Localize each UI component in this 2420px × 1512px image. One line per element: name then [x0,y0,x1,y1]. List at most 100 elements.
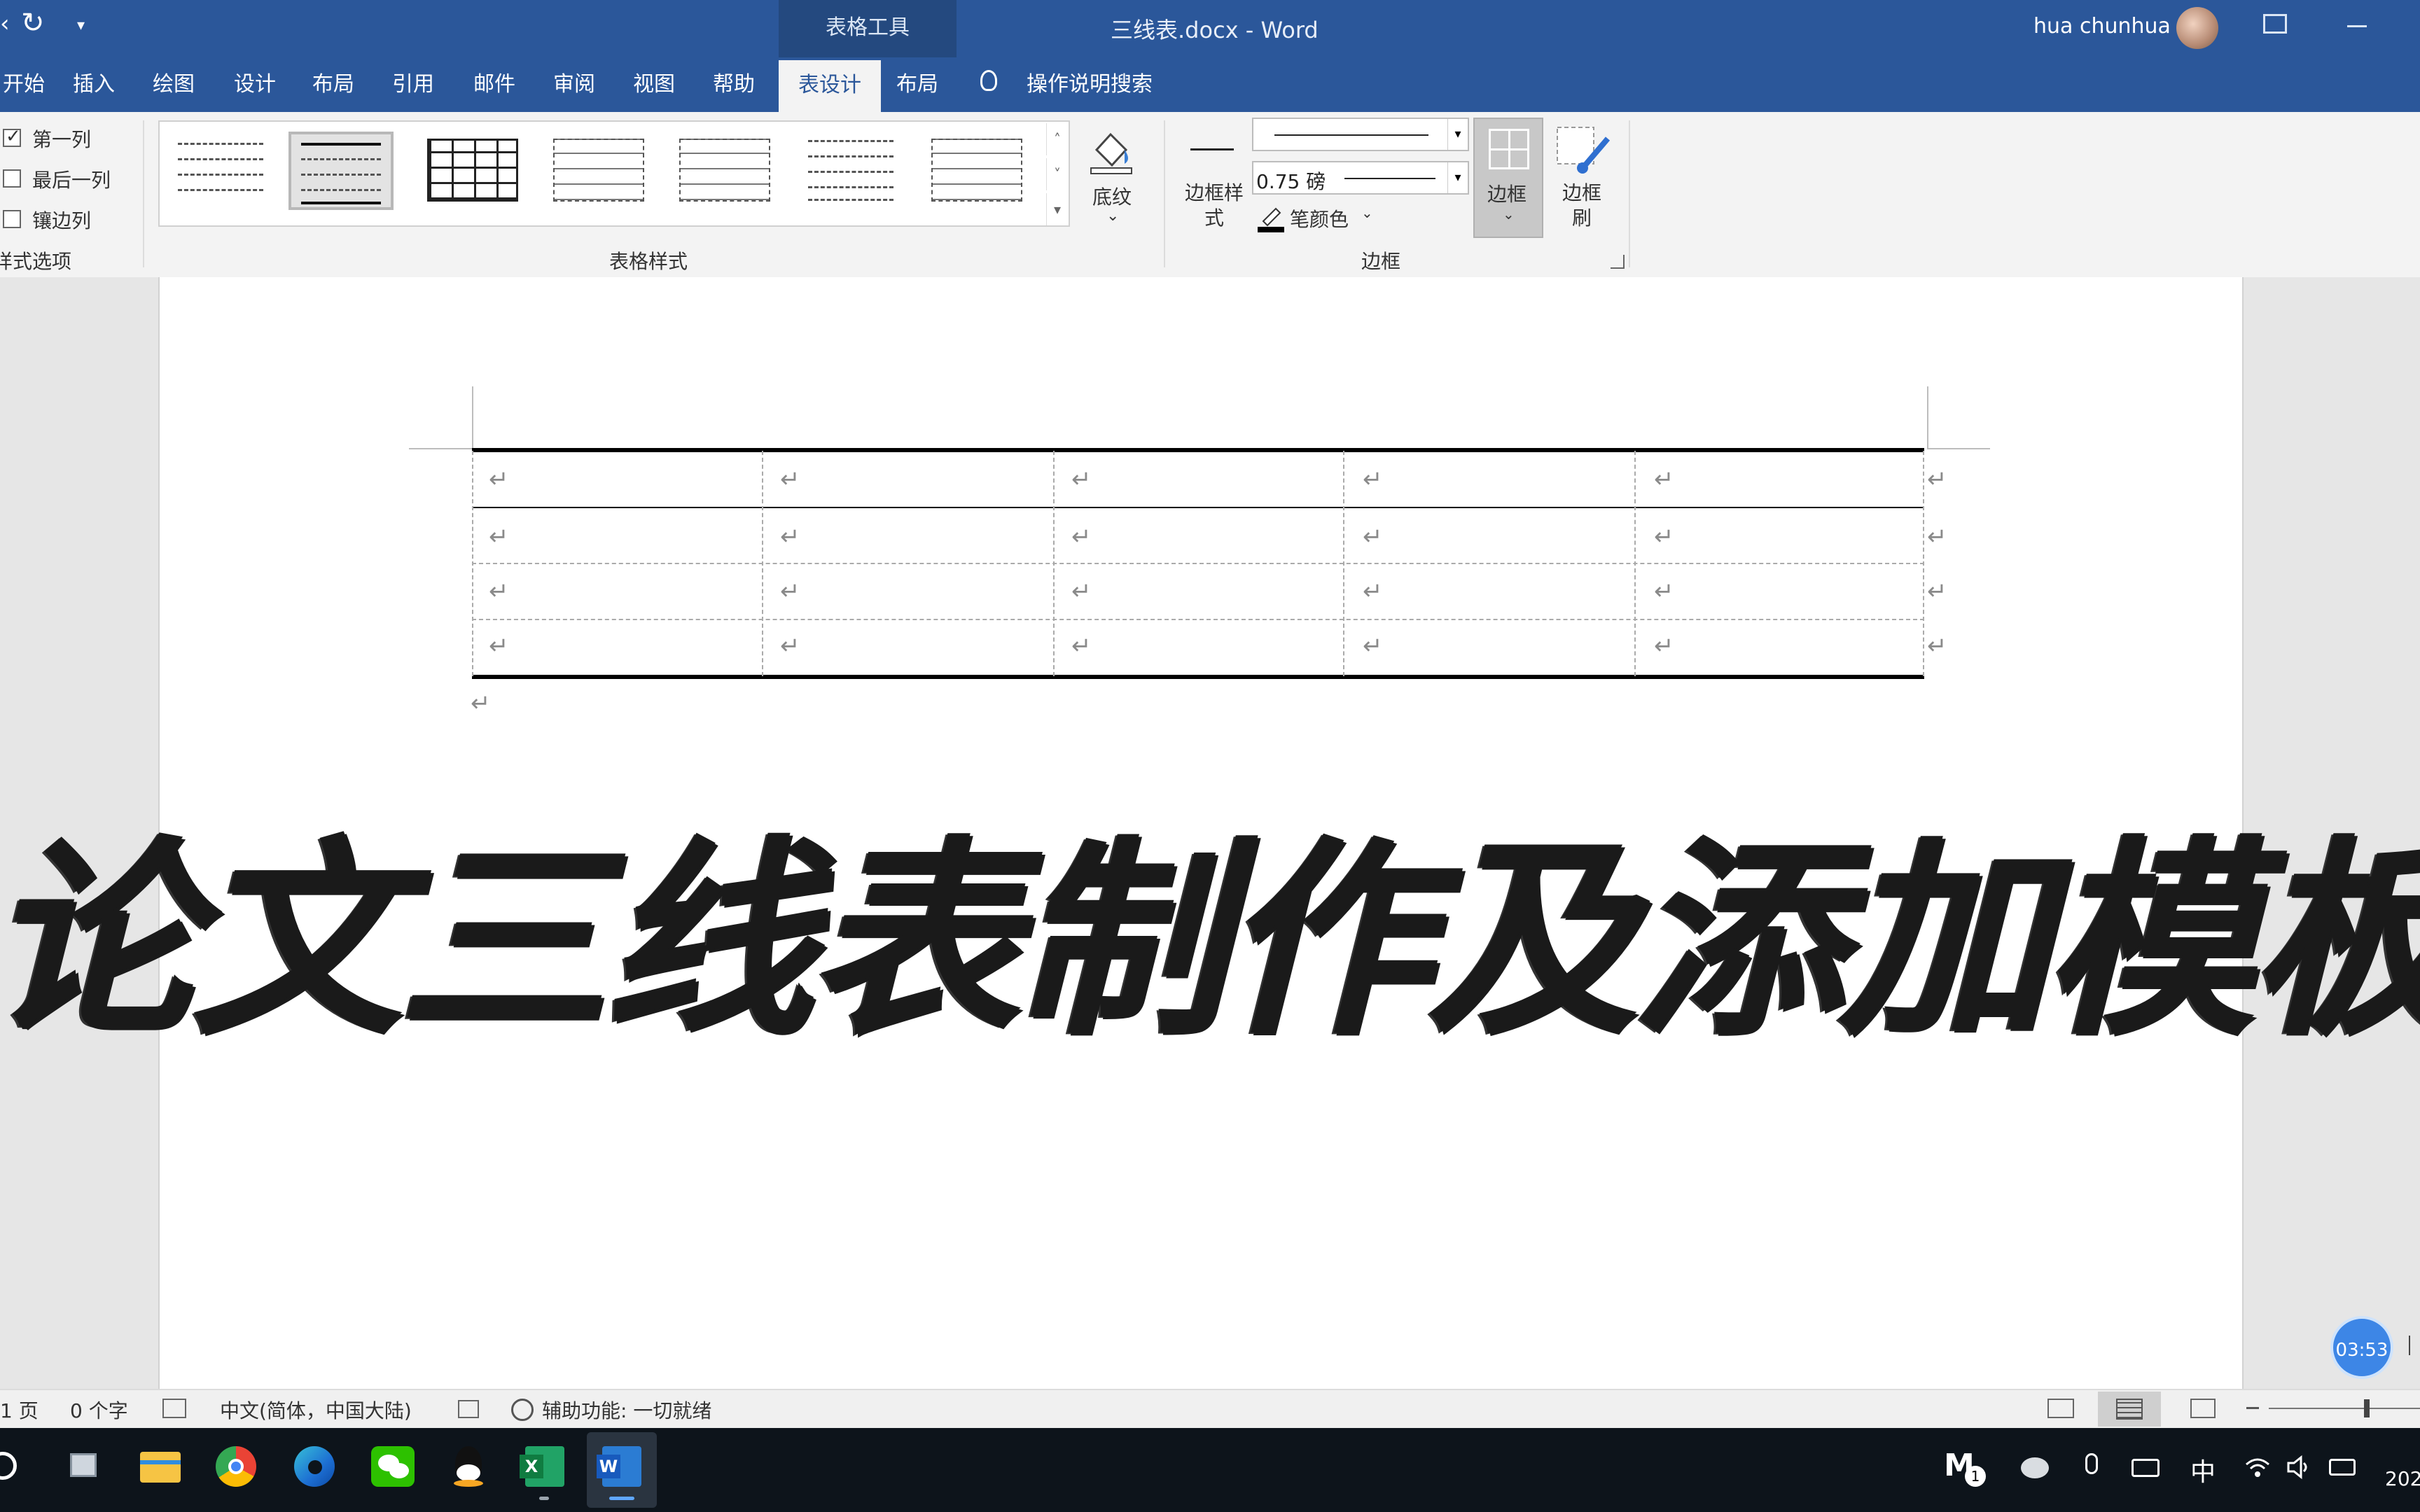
tab-review[interactable]: 审阅 [550,57,598,112]
recording-timer[interactable]: 03:53 [2330,1316,2393,1379]
tab-home[interactable]: 开始 [0,57,48,112]
table-cell[interactable]: ↵ [489,580,509,603]
keyboard-icon[interactable] [2132,1459,2160,1477]
pen-color-label[interactable]: 笔颜色 [1290,204,1349,232]
page-count[interactable]: 1 页 [0,1396,39,1424]
gallery-scroll-down-icon[interactable]: ˅ [1046,158,1068,190]
clock-date[interactable]: 202 [2385,1467,2420,1490]
web-layout-icon[interactable] [2190,1399,2216,1418]
print-layout-icon[interactable] [2098,1392,2161,1427]
table-cell[interactable]: ↵ [489,468,509,491]
ribbon-display-options-icon[interactable] [2263,14,2287,34]
table-style-plain[interactable] [168,132,273,210]
table-style-header-row[interactable] [798,132,903,210]
microphone-icon[interactable] [2085,1453,2098,1474]
border-styles-label[interactable]: 边框样式 [1182,181,1246,231]
table-cell[interactable]: ↵ [780,580,800,603]
qq-icon[interactable] [443,1441,494,1492]
table-cell[interactable]: ↵ [1363,468,1383,491]
undo-icon[interactable]: ‹ [0,10,14,38]
tab-table-layout[interactable]: 布局 [893,57,941,112]
three-line-table[interactable]: ↵ ↵ ↵ ↵ ↵ ↵ ↵ ↵ ↵ ↵ ↵ ↵ ↵ ↵ ↵ ↵ ↵ ↵ ↵ ↵ ↵ ↵ ↵ ↵ [472,448,1947,679]
lightbulb-icon[interactable] [980,70,997,91]
avatar[interactable] [2176,7,2218,49]
zoom-slider-thumb[interactable] [2364,1399,2370,1418]
tab-help[interactable]: 帮助 [710,57,758,112]
table-cell[interactable]: ↵ [1071,525,1092,549]
read-mode-icon[interactable] [2047,1399,2074,1418]
volume-icon[interactable] [2286,1455,2311,1480]
table-cell[interactable]: ↵ [780,634,800,658]
borders-button[interactable]: 边框 ⌄ [1473,118,1543,238]
table-cell[interactable]: ↵ [780,468,800,491]
task-view-icon[interactable] [59,1441,111,1492]
macro-icon[interactable] [458,1400,479,1418]
table-cell[interactable]: ↵ [1071,580,1092,603]
excel-icon[interactable]: X [518,1441,570,1492]
wechat-icon[interactable] [367,1441,419,1492]
minimize-icon[interactable] [2347,25,2367,27]
table-cell[interactable]: ↵ [1363,525,1383,549]
gallery-scroll-up-icon[interactable]: ˄ [1046,123,1068,155]
table-cell[interactable]: ↵ [1363,580,1383,603]
language-indicator[interactable]: 中文(简体，中国大陆) [220,1396,412,1424]
chrome-icon[interactable] [210,1441,262,1492]
shading-dropdown-icon[interactable]: ⌄ [1106,207,1119,225]
accessibility-status[interactable]: 辅助功能: 一切就绪 [542,1396,711,1424]
proofing-icon[interactable] [162,1399,186,1418]
wifi-icon[interactable] [2245,1455,2270,1480]
shading-bucket-icon[interactable] [1087,126,1136,175]
redo-icon[interactable]: ↻ [21,7,49,39]
battery-icon[interactable] [2329,1459,2356,1476]
edge-icon[interactable] [288,1441,340,1492]
gallery-more-icon[interactable]: ▾ [1046,193,1068,225]
first-column-checkbox[interactable]: ✓ [3,126,21,147]
pen-color-dropdown-icon[interactable]: ⌄ [1361,204,1373,221]
wechat-tray-icon[interactable] [2021,1457,2049,1478]
tab-layout[interactable]: 布局 [310,57,357,112]
user-name[interactable]: hua chunhua [2033,14,2171,38]
table-cell[interactable]: ↵ [1071,634,1092,658]
table-cell[interactable]: ↵ [1654,634,1674,658]
shading-label[interactable]: 底纹 [1092,182,1132,210]
tab-insert[interactable]: 插入 [70,57,118,112]
quick-access-dropdown-icon[interactable]: ▾ [77,17,85,34]
search-label[interactable]: 操作说明搜索 [1024,57,1155,112]
tab-draw[interactable]: 绘图 [150,57,197,112]
table-style-light-grid[interactable] [546,132,651,210]
tab-view[interactable]: 视图 [630,57,678,112]
tab-references[interactable]: 引用 [389,57,437,112]
ime-indicator[interactable]: 中 [2190,1452,2216,1488]
word-icon[interactable]: W [595,1441,647,1492]
border-styles-line-icon[interactable] [1190,148,1234,150]
borders-dialog-launcher-icon[interactable] [1611,255,1625,269]
zoom-slider[interactable] [2269,1399,2420,1418]
table-cell[interactable]: ↵ [780,525,800,549]
border-painter-icon[interactable] [1556,125,1612,176]
zoom-out-icon[interactable] [2246,1407,2259,1409]
pen-weight-dropdown[interactable]: 0.75 磅 ▾ [1252,161,1469,195]
last-column-checkbox[interactable] [3,169,21,188]
table-cell[interactable]: ↵ [1654,525,1674,549]
table-cell[interactable]: ↵ [1654,580,1674,603]
word-count[interactable]: 0 个字 [70,1396,128,1424]
border-painter-label[interactable]: 边框刷 [1560,181,1604,231]
table-cell[interactable]: ↵ [1071,468,1092,491]
table-style-dashed-grid[interactable] [672,132,777,210]
tab-design[interactable]: 设计 [231,57,279,112]
table-cell[interactable]: ↵ [489,525,509,549]
pen-color-icon[interactable] [1258,204,1284,232]
table-gridline [1053,451,1055,676]
table-cell[interactable]: ↵ [1363,634,1383,658]
file-explorer-icon[interactable] [134,1441,186,1492]
table-cell[interactable]: ↵ [489,634,509,658]
banded-columns-checkbox[interactable] [3,210,21,228]
tab-mailings[interactable]: 邮件 [471,57,518,112]
table-style-three-line[interactable] [288,132,394,210]
table-style-grid[interactable] [420,132,525,210]
line-style-dropdown[interactable]: ▾ [1252,118,1469,151]
tab-table-design[interactable]: 表设计 [779,60,881,112]
accessibility-icon[interactable] [511,1399,534,1421]
table-style-first-column[interactable] [924,132,1029,210]
table-cell[interactable]: ↵ [1654,468,1674,491]
